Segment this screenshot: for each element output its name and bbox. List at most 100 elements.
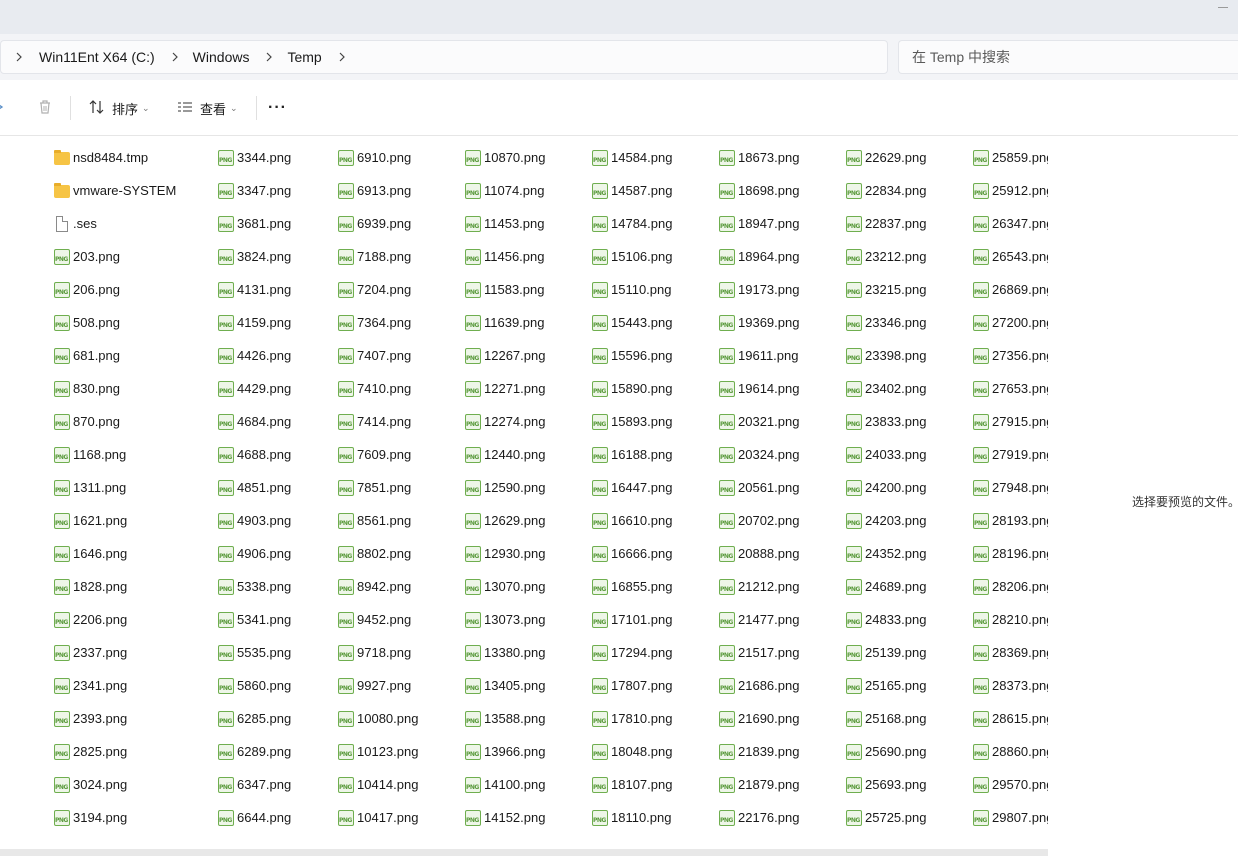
file-item[interactable]: 3194.png	[54, 801, 127, 834]
file-item[interactable]: 11456.png	[465, 240, 545, 273]
file-item[interactable]: 22176.png	[719, 801, 799, 834]
file-item[interactable]: 29807.png	[973, 801, 1048, 834]
file-item[interactable]: 2393.png	[54, 702, 127, 735]
file-item[interactable]: 16666.png	[592, 537, 672, 570]
file-item[interactable]: 4131.png	[218, 273, 291, 306]
file-item[interactable]: 6910.png	[338, 141, 411, 174]
file-item[interactable]: 21686.png	[719, 669, 799, 702]
file-item[interactable]: 7851.png	[338, 471, 411, 504]
file-item[interactable]: 10414.png	[338, 768, 418, 801]
file-item[interactable]: 8561.png	[338, 504, 411, 537]
file-item[interactable]: 15110.png	[592, 273, 672, 306]
more-options-button[interactable]: ···	[268, 94, 287, 122]
file-item[interactable]: 3344.png	[218, 141, 291, 174]
file-item[interactable]: 14587.png	[592, 174, 672, 207]
breadcrumb-item-temp[interactable]: Temp	[287, 49, 321, 65]
file-item[interactable]: 14584.png	[592, 141, 672, 174]
file-item[interactable]: 24833.png	[846, 603, 926, 636]
file-item[interactable]: 27356.png	[973, 339, 1048, 372]
file-item[interactable]: 24203.png	[846, 504, 926, 537]
file-item[interactable]: 14100.png	[465, 768, 545, 801]
file-item[interactable]: 24352.png	[846, 537, 926, 570]
file-item[interactable]: 7364.png	[338, 306, 411, 339]
file-item[interactable]: 13073.png	[465, 603, 545, 636]
file-item[interactable]: 9927.png	[338, 669, 411, 702]
file-item[interactable]: 4159.png	[218, 306, 291, 339]
file-item[interactable]: 15596.png	[592, 339, 672, 372]
file-item[interactable]: 10123.png	[338, 735, 418, 768]
file-item[interactable]: 25168.png	[846, 702, 926, 735]
file-item[interactable]: 26869.png	[973, 273, 1048, 306]
file-item[interactable]: 17101.png	[592, 603, 672, 636]
file-item[interactable]: 4688.png	[218, 438, 291, 471]
file-item[interactable]: 19173.png	[719, 273, 799, 306]
file-item[interactable]: 20324.png	[719, 438, 799, 471]
file-item[interactable]: 7407.png	[338, 339, 411, 372]
file-item[interactable]: 23215.png	[846, 273, 926, 306]
file-item[interactable]: 2206.png	[54, 603, 127, 636]
file-item[interactable]: 28615.png	[973, 702, 1048, 735]
file-item[interactable]: 23212.png	[846, 240, 926, 273]
file-item[interactable]: 14152.png	[465, 801, 545, 834]
file-item[interactable]: 1646.png	[54, 537, 127, 570]
search-input[interactable]	[912, 49, 1212, 65]
delete-button[interactable]	[36, 94, 54, 122]
file-item[interactable]: .ses	[54, 207, 97, 240]
file-item[interactable]: 25139.png	[846, 636, 926, 669]
file-item[interactable]: 6347.png	[218, 768, 291, 801]
file-item[interactable]: 3681.png	[218, 207, 291, 240]
file-item[interactable]: 2825.png	[54, 735, 127, 768]
file-item[interactable]: 11074.png	[465, 174, 545, 207]
file-item[interactable]: 8802.png	[338, 537, 411, 570]
file-item[interactable]: 14784.png	[592, 207, 672, 240]
file-item[interactable]: 28193.png	[973, 504, 1048, 537]
horizontal-scrollbar[interactable]	[0, 849, 1048, 856]
file-item[interactable]: 21477.png	[719, 603, 799, 636]
file-item[interactable]: 16610.png	[592, 504, 672, 537]
file-item[interactable]: 7609.png	[338, 438, 411, 471]
file-item[interactable]: 206.png	[54, 273, 120, 306]
file-item[interactable]: 5338.png	[218, 570, 291, 603]
file-item[interactable]: 15443.png	[592, 306, 672, 339]
breadcrumb[interactable]: Win11Ent X64 (C:) Windows Temp	[0, 40, 888, 74]
file-item[interactable]: 1311.png	[54, 471, 126, 504]
file-item[interactable]: 15893.png	[592, 405, 672, 438]
file-item[interactable]: 12590.png	[465, 471, 545, 504]
breadcrumb-item-windows[interactable]: Windows	[193, 49, 250, 65]
file-item[interactable]: 11583.png	[465, 273, 545, 306]
file-item[interactable]: 21212.png	[719, 570, 799, 603]
chevron-right-icon[interactable]	[169, 51, 181, 63]
file-item[interactable]: 1828.png	[54, 570, 127, 603]
file-item[interactable]: 6913.png	[338, 174, 411, 207]
file-item[interactable]: 23398.png	[846, 339, 926, 372]
file-item[interactable]: 7204.png	[338, 273, 411, 306]
file-item[interactable]: 12930.png	[465, 537, 545, 570]
file-item[interactable]: 22834.png	[846, 174, 926, 207]
file-item[interactable]: 22837.png	[846, 207, 926, 240]
file-item[interactable]: 26543.png	[973, 240, 1048, 273]
file-item[interactable]: 24200.png	[846, 471, 926, 504]
file-item[interactable]: 13070.png	[465, 570, 545, 603]
file-item[interactable]: 25859.png	[973, 141, 1048, 174]
file-item[interactable]: 16188.png	[592, 438, 672, 471]
file-item[interactable]: 6289.png	[218, 735, 291, 768]
file-item[interactable]: 28210.png	[973, 603, 1048, 636]
file-item[interactable]: 17807.png	[592, 669, 672, 702]
file-item[interactable]: 4903.png	[218, 504, 291, 537]
file-item[interactable]: 18673.png	[719, 141, 799, 174]
sort-button[interactable]: 排序 ⌄	[88, 94, 150, 122]
file-item[interactable]: 27200.png	[973, 306, 1048, 339]
file-item[interactable]: 18698.png	[719, 174, 799, 207]
file-item[interactable]: 25725.png	[846, 801, 926, 834]
file-item[interactable]: 5860.png	[218, 669, 291, 702]
file-item[interactable]: 13380.png	[465, 636, 545, 669]
file-item[interactable]: 870.png	[54, 405, 120, 438]
file-item[interactable]: 19611.png	[719, 339, 799, 372]
file-item[interactable]: 4684.png	[218, 405, 291, 438]
file-item[interactable]: 28373.png	[973, 669, 1048, 702]
file-item[interactable]: 18947.png	[719, 207, 799, 240]
file-item[interactable]: 12274.png	[465, 405, 545, 438]
file-item[interactable]: 19614.png	[719, 372, 799, 405]
file-item[interactable]: 7188.png	[338, 240, 411, 273]
file-item[interactable]: 830.png	[54, 372, 120, 405]
